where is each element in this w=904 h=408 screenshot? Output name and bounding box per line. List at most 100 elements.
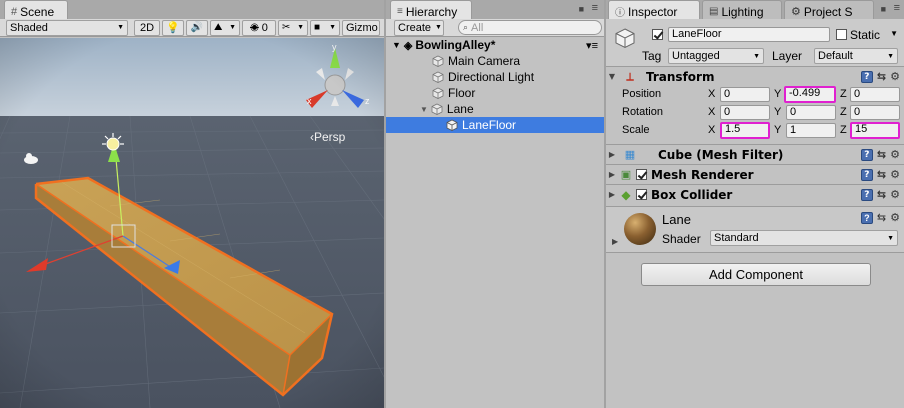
expand-arrow-icon[interactable]: ▶ <box>606 190 618 199</box>
panel-menu-icon[interactable]: ≡ <box>592 2 598 14</box>
speaker-icon: 🔊 <box>190 22 204 33</box>
object-name-field[interactable]: LaneFloor <box>668 27 830 42</box>
collapse-arrow-icon[interactable]: ▼ <box>606 72 618 81</box>
tab-lighting-label: Lighting <box>721 4 764 19</box>
material-name: Lane <box>662 212 691 227</box>
rotation-z-field[interactable]: 0 <box>850 105 900 120</box>
mesh-renderer-enabled-checkbox[interactable] <box>636 169 647 180</box>
component-header-icons: ? ⇆ ⚙ <box>860 70 900 83</box>
projection-toggle[interactable]: ‹Persp <box>310 130 345 144</box>
preset-icon[interactable]: ⇆ <box>877 70 886 83</box>
help-icon[interactable]: ? <box>860 70 873 83</box>
shader-dropdown[interactable]: Standard ▼ <box>710 230 898 246</box>
list-item[interactable]: Floor <box>386 85 604 101</box>
layer-value: Default <box>818 50 853 62</box>
static-dropdown-icon[interactable]: ▼ <box>890 29 898 38</box>
tab-project-label: Project S <box>803 4 853 19</box>
box-collider-title: Box Collider <box>651 187 733 202</box>
position-x-field[interactable]: 0 <box>720 87 770 102</box>
preset-icon[interactable]: ⇆ <box>877 211 886 224</box>
position-label: Position <box>622 88 662 100</box>
tools-dropdown[interactable]: ✂ ▼ <box>278 19 308 36</box>
layer-dropdown[interactable]: Default ▼ <box>814 48 898 64</box>
hierarchy-tree: ▼ ◈ BowlingAlley* ▾≡ Main Camera Directi… <box>386 37 604 408</box>
mesh-renderer-icon: ▣ <box>620 168 632 181</box>
gear-icon[interactable]: ⚙ <box>890 188 900 201</box>
chevron-down-icon: ▼ <box>887 52 894 60</box>
help-icon[interactable]: ? <box>860 188 873 201</box>
axis-x-label: X <box>708 88 716 100</box>
expand-arrow-icon[interactable]: ▶ <box>612 237 618 246</box>
gameobject-cube-icon <box>614 27 636 52</box>
gameobject-cube-icon <box>431 103 443 115</box>
hierarchy-toolbar: Create ▼ ⌕ All <box>386 19 604 37</box>
axis-z-label: Z <box>840 124 847 136</box>
tab-lighting[interactable]: ▤ Lighting <box>702 0 782 19</box>
position-y-field[interactable]: -0.499 <box>784 86 836 103</box>
expand-arrow-icon[interactable]: ▶ <box>606 150 618 159</box>
tab-project-settings[interactable]: ⚙ Project S <box>784 0 874 19</box>
scene-menu-icon[interactable]: ▾≡ <box>586 39 598 52</box>
list-item[interactable]: Main Camera <box>386 53 604 69</box>
active-checkbox[interactable] <box>652 29 663 40</box>
rotation-x-field[interactable]: 0 <box>720 105 770 120</box>
list-item-selected[interactable]: LaneFloor <box>386 117 604 133</box>
gear-icon: ⚙ <box>791 6 801 18</box>
inspector-panel: ⓘ Inspector ▤ Lighting ⚙ Project S ■ ≡ L… <box>606 0 904 408</box>
axis-z-label: Z <box>840 106 847 118</box>
mesh-filter-header[interactable]: ▶ ▦ Cube (Mesh Filter) ? ⇆ ⚙ <box>606 145 904 164</box>
tab-scene[interactable]: # Scene <box>4 0 68 19</box>
axis-x-label: X <box>708 124 716 136</box>
expand-arrow-icon[interactable]: ▼ <box>420 105 428 114</box>
preset-icon[interactable]: ⇆ <box>877 188 886 201</box>
lock-icon[interactable]: ■ <box>881 4 886 14</box>
tab-inspector[interactable]: ⓘ Inspector <box>608 0 700 19</box>
transform-component: ▼ ⟂ Transform ? ⇆ ⚙ Position Rotation Sc… <box>606 66 904 144</box>
chevron-down-icon: ▼ <box>229 24 236 31</box>
shading-mode-dropdown[interactable]: Shaded ▼ <box>6 19 128 36</box>
mesh-renderer-header[interactable]: ▶ ▣ Mesh Renderer ? ⇆ ⚙ <box>606 165 904 184</box>
lighting-toggle-button[interactable]: 💡 <box>162 19 184 36</box>
rotation-y-field[interactable]: 0 <box>786 105 836 120</box>
preset-icon[interactable]: ⇆ <box>877 168 886 181</box>
tab-hierarchy[interactable]: ≡ Hierarchy <box>390 0 472 19</box>
static-checkbox[interactable] <box>836 29 847 40</box>
expand-arrow-icon[interactable]: ▶ <box>606 170 618 179</box>
scale-y-field[interactable]: 1 <box>786 123 836 138</box>
camera-dropdown[interactable]: ■ ▼ <box>310 19 340 36</box>
scene-root-item[interactable]: ▼ ◈ BowlingAlley* ▾≡ <box>386 37 604 53</box>
help-icon[interactable]: ? <box>860 211 873 224</box>
add-component-button[interactable]: Add Component <box>641 263 871 286</box>
list-item[interactable]: Directional Light <box>386 69 604 85</box>
scale-x-field[interactable]: 1.5 <box>720 122 770 139</box>
hierarchy-search-input[interactable]: ⌕ All <box>458 20 602 35</box>
box-collider-enabled-checkbox[interactable] <box>636 189 647 200</box>
effects-dropdown[interactable]: ⛰ ▼ <box>210 19 240 36</box>
gizmos-dropdown[interactable]: Gizmo <box>342 19 380 36</box>
audio-toggle-button[interactable]: 🔊 <box>186 19 208 36</box>
preset-icon[interactable]: ⇆ <box>877 148 886 161</box>
hidden-objects-toggle[interactable]: ◉ 0 <box>242 19 276 36</box>
component-header-icons: ? ⇆ ⚙ <box>860 188 900 201</box>
gear-icon[interactable]: ⚙ <box>890 148 900 161</box>
help-icon[interactable]: ? <box>860 148 873 161</box>
help-icon[interactable]: ? <box>860 168 873 181</box>
list-item[interactable]: ▼ Lane <box>386 101 604 117</box>
gameobject-cube-icon <box>432 55 444 67</box>
gear-icon[interactable]: ⚙ <box>890 70 900 83</box>
create-dropdown[interactable]: Create ▼ <box>394 19 444 36</box>
lock-icon[interactable]: ■ <box>579 4 584 14</box>
gear-icon[interactable]: ⚙ <box>890 211 900 224</box>
gear-icon[interactable]: ⚙ <box>890 168 900 181</box>
position-z-field[interactable]: 0 <box>850 87 900 102</box>
toggle-2d-button[interactable]: 2D <box>134 19 160 36</box>
scene-viewport[interactable]: x y z ‹Persp <box>0 38 384 408</box>
tools-icon: ✂ <box>282 22 291 33</box>
transform-header[interactable]: ▼ ⟂ Transform ? ⇆ ⚙ <box>606 67 904 86</box>
tab-hierarchy-label: Hierarchy <box>405 4 458 19</box>
scale-z-field[interactable]: 15 <box>850 122 900 139</box>
panel-menu-icon[interactable]: ≡ <box>894 2 900 14</box>
tag-dropdown[interactable]: Untagged ▼ <box>668 48 764 64</box>
scene-name-label: BowlingAlley* <box>415 38 496 52</box>
box-collider-header[interactable]: ▶ ◆ Box Collider ? ⇆ ⚙ <box>606 185 904 204</box>
